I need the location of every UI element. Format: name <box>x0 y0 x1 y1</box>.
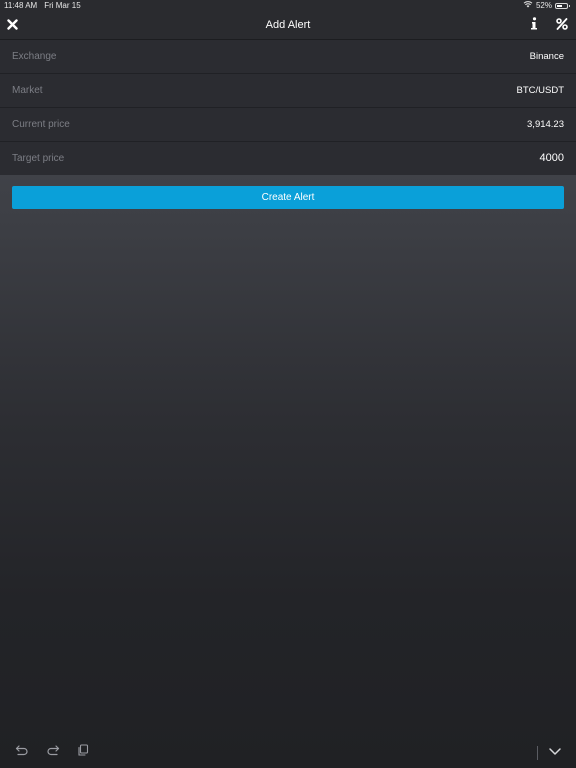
nav-bar: Add Alert <box>0 12 576 40</box>
undo-icon <box>15 743 29 761</box>
status-left: 11:48 AM Fri Mar 15 <box>4 0 81 12</box>
keyboard-toolbar <box>0 736 576 768</box>
battery-icon <box>555 3 570 9</box>
status-time: 11:48 AM <box>4 1 38 10</box>
redo-icon <box>46 743 60 761</box>
exchange-row[interactable]: Exchange Binance <box>0 40 576 74</box>
battery-percent: 52% <box>535 1 552 10</box>
close-icon <box>6 17 18 35</box>
toolbar-divider <box>537 746 538 760</box>
info-icon <box>529 16 539 35</box>
current-price-value: 3,914.23 <box>527 119 564 130</box>
chevron-down-icon <box>548 743 562 761</box>
wifi-icon <box>523 0 533 12</box>
create-alert-button[interactable]: Create Alert <box>12 186 564 209</box>
target-price-label: Target price <box>12 153 65 164</box>
current-price-label: Current price <box>12 119 70 130</box>
alert-form: Exchange Binance Market BTC/USDT Current… <box>0 40 576 175</box>
target-price-row: Target price <box>0 142 576 175</box>
status-bar: 11:48 AM Fri Mar 15 52% <box>0 0 576 12</box>
close-button[interactable] <box>4 12 20 39</box>
market-label: Market <box>12 85 43 96</box>
target-price-input[interactable] <box>364 142 564 175</box>
info-button[interactable] <box>526 12 542 39</box>
status-right: 52% <box>523 0 570 12</box>
current-price-row: Current price 3,914.23 <box>0 108 576 142</box>
paste-icon <box>77 743 89 761</box>
redo-button[interactable] <box>45 744 61 760</box>
exchange-label: Exchange <box>12 51 57 62</box>
paste-button[interactable] <box>75 744 91 760</box>
market-row[interactable]: Market BTC/USDT <box>0 74 576 108</box>
undo-button[interactable] <box>14 744 30 760</box>
status-date: Fri Mar 15 <box>44 1 81 10</box>
percent-button[interactable] <box>554 12 570 39</box>
dismiss-keyboard-button[interactable] <box>547 744 563 760</box>
market-value: BTC/USDT <box>516 85 565 96</box>
exchange-value: Binance <box>529 51 564 62</box>
page-title: Add Alert <box>265 19 311 31</box>
percent-icon <box>556 17 568 35</box>
